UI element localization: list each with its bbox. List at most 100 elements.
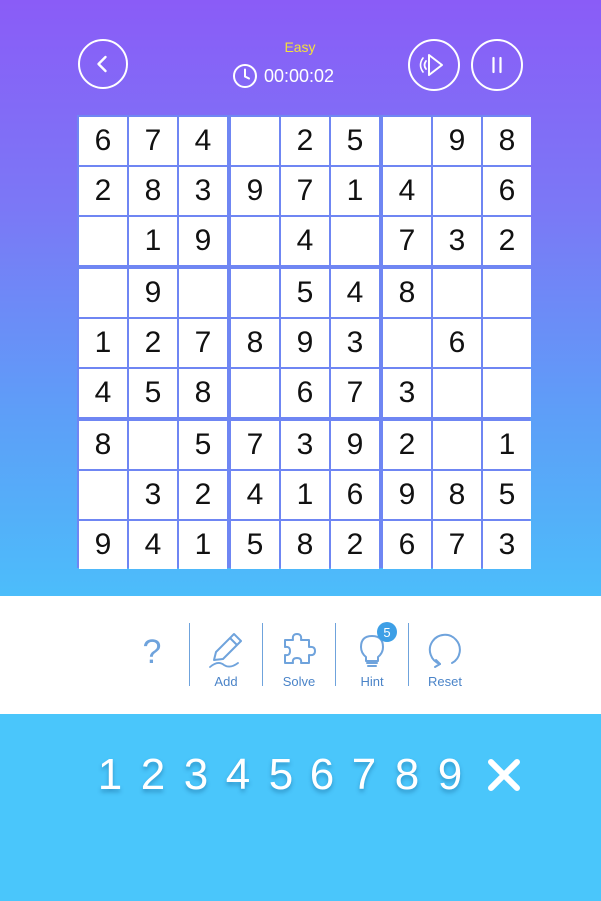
sudoku-cell[interactable] xyxy=(79,217,127,265)
sudoku-cell[interactable] xyxy=(231,217,279,265)
sudoku-cell[interactable]: 2 xyxy=(79,167,127,215)
sudoku-cell[interactable]: 3 xyxy=(383,369,431,417)
sound-button[interactable] xyxy=(408,39,460,91)
sudoku-cell[interactable]: 5 xyxy=(179,421,227,469)
number-key-9[interactable]: 9 xyxy=(429,747,471,803)
sudoku-cell[interactable] xyxy=(383,117,431,165)
sudoku-cell[interactable]: 1 xyxy=(483,421,531,469)
sudoku-cell[interactable] xyxy=(79,269,127,317)
solve-button[interactable]: Solve xyxy=(264,596,334,714)
sudoku-cell[interactable]: 4 xyxy=(383,167,431,215)
number-key-2[interactable]: 2 xyxy=(132,747,174,803)
sudoku-cell[interactable]: 6 xyxy=(433,319,481,367)
sudoku-cell[interactable]: 2 xyxy=(483,217,531,265)
sudoku-cell[interactable] xyxy=(231,117,279,165)
number-key-6[interactable]: 6 xyxy=(301,747,343,803)
sudoku-cell[interactable]: 6 xyxy=(483,167,531,215)
erase-button[interactable] xyxy=(485,756,523,799)
sudoku-cell[interactable] xyxy=(433,167,481,215)
sudoku-cell[interactable]: 2 xyxy=(129,319,177,367)
sudoku-cell[interactable]: 8 xyxy=(179,369,227,417)
sudoku-cell[interactable]: 8 xyxy=(433,471,481,519)
sudoku-cell[interactable]: 3 xyxy=(281,421,329,469)
sudoku-cell[interactable]: 4 xyxy=(331,269,379,317)
sudoku-cell[interactable]: 7 xyxy=(231,421,279,469)
sudoku-cell[interactable]: 9 xyxy=(331,421,379,469)
sudoku-cell[interactable]: 2 xyxy=(281,117,329,165)
sudoku-cell[interactable]: 5 xyxy=(129,369,177,417)
number-key-7[interactable]: 7 xyxy=(343,747,385,803)
sudoku-cell[interactable]: 3 xyxy=(129,471,177,519)
sudoku-cell[interactable]: 3 xyxy=(179,167,227,215)
sudoku-cell[interactable]: 9 xyxy=(281,319,329,367)
sudoku-cell[interactable] xyxy=(433,421,481,469)
add-button[interactable]: Add xyxy=(191,596,261,714)
sudoku-cell[interactable]: 6 xyxy=(281,369,329,417)
sudoku-cell[interactable]: 4 xyxy=(179,117,227,165)
sudoku-cell[interactable]: 9 xyxy=(231,167,279,215)
sudoku-cell[interactable]: 4 xyxy=(281,217,329,265)
sudoku-cell[interactable] xyxy=(483,319,531,367)
number-key-5[interactable]: 5 xyxy=(260,747,302,803)
sudoku-cell[interactable]: 7 xyxy=(433,521,481,569)
sudoku-cell[interactable]: 7 xyxy=(383,217,431,265)
sudoku-cell[interactable] xyxy=(433,369,481,417)
sudoku-cell[interactable]: 5 xyxy=(281,269,329,317)
pause-button[interactable] xyxy=(471,39,523,91)
speaker-icon xyxy=(419,54,443,76)
sudoku-cell[interactable]: 9 xyxy=(383,471,431,519)
sudoku-cell[interactable] xyxy=(79,471,127,519)
sudoku-cell[interactable] xyxy=(483,369,531,417)
sudoku-cell[interactable] xyxy=(231,369,279,417)
sudoku-cell[interactable]: 3 xyxy=(483,521,531,569)
sudoku-cell[interactable]: 8 xyxy=(281,521,329,569)
sudoku-cell[interactable] xyxy=(179,269,227,317)
sudoku-cell[interactable]: 8 xyxy=(231,319,279,367)
sudoku-cell[interactable]: 2 xyxy=(179,471,227,519)
sudoku-cell[interactable]: 6 xyxy=(331,471,379,519)
sudoku-cell[interactable]: 8 xyxy=(483,117,531,165)
sudoku-cell[interactable]: 4 xyxy=(129,521,177,569)
sudoku-cell[interactable]: 1 xyxy=(179,521,227,569)
sudoku-cell[interactable]: 1 xyxy=(79,319,127,367)
sudoku-cell[interactable]: 2 xyxy=(383,421,431,469)
sudoku-cell[interactable] xyxy=(433,269,481,317)
sudoku-cell[interactable]: 7 xyxy=(129,117,177,165)
sudoku-cell[interactable]: 9 xyxy=(129,269,177,317)
sudoku-cell[interactable]: 8 xyxy=(383,269,431,317)
sudoku-cell[interactable] xyxy=(231,269,279,317)
sudoku-cell[interactable]: 4 xyxy=(231,471,279,519)
sudoku-cell[interactable]: 3 xyxy=(331,319,379,367)
sudoku-cell[interactable]: 7 xyxy=(331,369,379,417)
sudoku-cell[interactable] xyxy=(483,269,531,317)
reset-button[interactable]: Reset xyxy=(410,596,480,714)
sudoku-cell[interactable]: 1 xyxy=(281,471,329,519)
sudoku-cell[interactable]: 5 xyxy=(483,471,531,519)
sudoku-cell[interactable]: 8 xyxy=(129,167,177,215)
sudoku-cell[interactable]: 1 xyxy=(129,217,177,265)
sudoku-cell[interactable]: 2 xyxy=(331,521,379,569)
sudoku-cell[interactable] xyxy=(383,319,431,367)
sudoku-cell[interactable]: 7 xyxy=(281,167,329,215)
sudoku-cell[interactable]: 9 xyxy=(79,521,127,569)
back-button[interactable] xyxy=(78,39,128,89)
sudoku-cell[interactable]: 4 xyxy=(79,369,127,417)
sudoku-cell[interactable]: 5 xyxy=(331,117,379,165)
sudoku-cell[interactable]: 3 xyxy=(433,217,481,265)
sudoku-cell[interactable] xyxy=(129,421,177,469)
number-key-3[interactable]: 3 xyxy=(175,747,217,803)
sudoku-cell[interactable]: 5 xyxy=(231,521,279,569)
sudoku-cell[interactable]: 6 xyxy=(79,117,127,165)
number-key-1[interactable]: 1 xyxy=(89,747,131,803)
number-key-4[interactable]: 4 xyxy=(217,747,259,803)
sudoku-cell[interactable]: 9 xyxy=(433,117,481,165)
sudoku-cell[interactable]: 1 xyxy=(331,167,379,215)
sudoku-cell[interactable]: 7 xyxy=(179,319,227,367)
sudoku-cell[interactable]: 8 xyxy=(79,421,127,469)
number-key-8[interactable]: 8 xyxy=(386,747,428,803)
sudoku-cell[interactable]: 6 xyxy=(383,521,431,569)
help-button[interactable]: ? xyxy=(117,596,187,714)
sudoku-cell[interactable]: 9 xyxy=(179,217,227,265)
sudoku-cell[interactable] xyxy=(331,217,379,265)
hint-button[interactable]: Hint 5 xyxy=(337,596,407,714)
